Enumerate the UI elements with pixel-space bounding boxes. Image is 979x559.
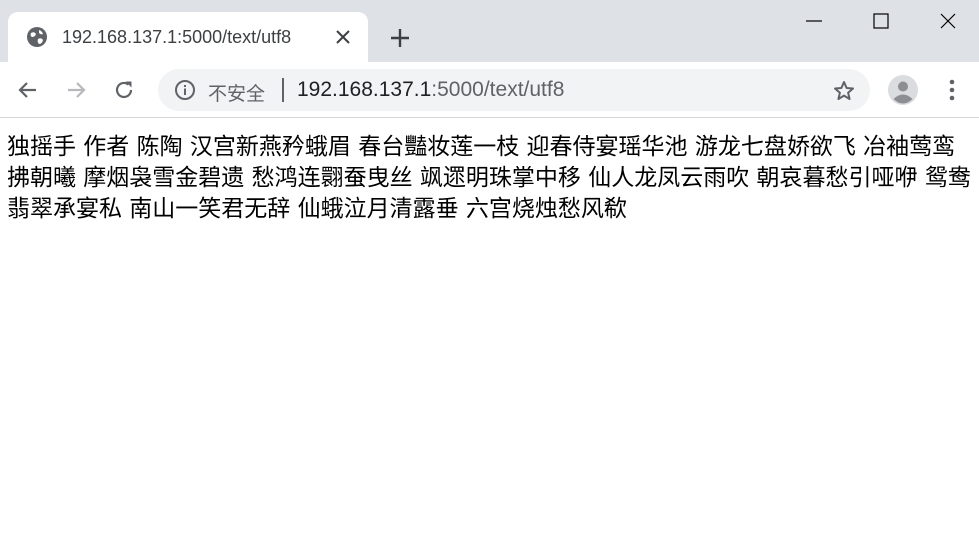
security-status-label[interactable]: 不安全 xyxy=(208,79,265,106)
star-icon[interactable] xyxy=(832,79,856,103)
reload-button[interactable] xyxy=(108,74,140,106)
page-text: 独摇手 作者 陈陶 汉宫新燕矜蛾眉 春台豔妆莲一枝 迎春侍宴瑶华池 游龙七盘娇欲… xyxy=(7,134,971,222)
minimize-button[interactable] xyxy=(780,0,848,44)
url-path: :5000/text/utf8 xyxy=(431,78,565,101)
info-icon[interactable] xyxy=(174,79,196,101)
reload-icon xyxy=(115,81,133,99)
page-content: 独摇手 作者 陈陶 汉宫新燕矜蛾眉 春台豔妆莲一枝 迎春侍宴瑶华池 游龙七盘娇欲… xyxy=(0,119,979,559)
address-bar[interactable]: 不安全 192.168.137.1:5000/text/utf8 xyxy=(158,69,870,111)
back-button[interactable] xyxy=(12,74,44,106)
forward-button[interactable] xyxy=(60,74,92,106)
close-icon[interactable] xyxy=(332,26,354,48)
tab-strip: 192.168.137.1:5000/text/utf8 xyxy=(0,0,979,62)
avatar-icon[interactable] xyxy=(888,75,918,105)
maximize-button[interactable] xyxy=(847,0,915,44)
browser-toolbar: 不安全 192.168.137.1:5000/text/utf8 xyxy=(0,62,979,118)
tab-title: 192.168.137.1:5000/text/utf8 xyxy=(62,27,292,47)
url-host: 192.168.137.1 xyxy=(297,78,432,101)
arrow-left-icon xyxy=(18,82,36,98)
url-text[interactable]: 192.168.137.1:5000/text/utf8 xyxy=(297,78,564,102)
kebab-menu-icon[interactable] xyxy=(940,76,964,104)
globe-icon xyxy=(27,27,47,47)
close-icon xyxy=(940,13,956,29)
maximize-icon xyxy=(873,13,889,29)
plus-icon[interactable] xyxy=(386,24,414,52)
minimize-icon xyxy=(806,20,822,22)
arrow-right-icon xyxy=(68,82,86,98)
window-close-button[interactable] xyxy=(914,0,979,44)
browser-tab[interactable]: 192.168.137.1:5000/text/utf8 xyxy=(8,12,368,62)
omnibox-divider xyxy=(282,78,284,102)
